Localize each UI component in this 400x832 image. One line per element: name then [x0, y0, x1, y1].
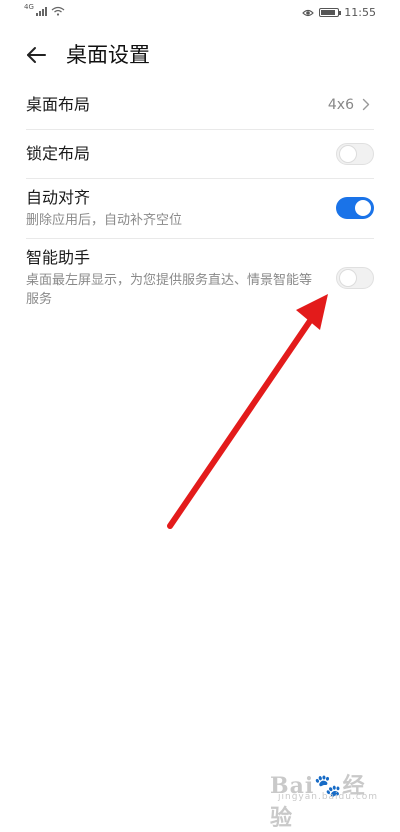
- setting-title: 智能助手: [26, 248, 91, 267]
- watermark-domain: jingyan.baidu.com: [278, 792, 379, 802]
- page-title: 桌面设置: [66, 43, 150, 67]
- wifi-icon: [51, 6, 65, 16]
- setting-subtitle: 删除应用后，自动补齐空位: [26, 213, 183, 228]
- status-bar: 4G 11:55: [0, 0, 400, 26]
- eye-icon: [302, 9, 315, 16]
- settings-list: 桌面布局 4x6 锁定布局 自动对齐 删除应用后，自动补齐空位 智能助手 桌面最…: [0, 80, 400, 319]
- setting-title: 锁定布局: [26, 144, 91, 163]
- watermark-logo: Bai🐾经验 jingyan.baidu.com: [270, 768, 380, 831]
- network-type: 4G: [24, 3, 34, 11]
- setting-desktop-layout[interactable]: 桌面布局 4x6: [26, 80, 374, 130]
- battery-level: [321, 10, 335, 15]
- setting-value: 4x6: [328, 97, 370, 113]
- setting-subtitle: 桌面最左屏显示，为您提供服务直达、情景智能等服务: [26, 273, 313, 307]
- status-left: 4G: [24, 3, 65, 16]
- setting-auto-align[interactable]: 自动对齐 删除应用后，自动补齐空位: [26, 179, 374, 239]
- battery-icon: [319, 8, 342, 17]
- setting-text: 自动对齐 删除应用后，自动补齐空位: [26, 187, 234, 230]
- setting-title: 自动对齐: [26, 188, 91, 207]
- smart-assistant-toggle[interactable]: [336, 267, 374, 289]
- auto-align-toggle[interactable]: [336, 197, 374, 219]
- arrow-left-icon: [27, 47, 46, 63]
- setting-text: 智能助手 桌面最左屏显示，为您提供服务直达、情景智能等服务: [26, 247, 374, 309]
- back-button[interactable]: [22, 41, 50, 69]
- chevron-right-icon: [362, 98, 370, 111]
- setting-lock-layout[interactable]: 锁定布局: [26, 130, 374, 179]
- setting-title: 桌面布局: [26, 95, 91, 114]
- signal-icon: [35, 6, 47, 16]
- status-right: 11:55: [302, 6, 376, 19]
- setting-smart-assistant[interactable]: 智能助手 桌面最左屏显示，为您提供服务直达、情景智能等服务: [26, 239, 374, 319]
- lock-layout-toggle[interactable]: [336, 143, 374, 165]
- layout-value: 4x6: [327, 96, 354, 113]
- status-time: 11:55: [344, 6, 376, 19]
- header: 桌面设置: [0, 30, 400, 80]
